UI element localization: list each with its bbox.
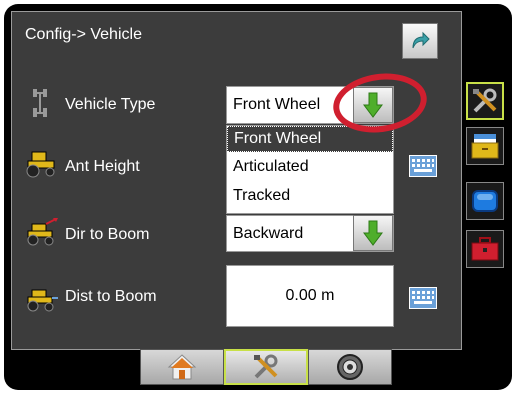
return-arrow-icon xyxy=(412,31,430,49)
dist-to-boom-value: 0.00 m xyxy=(285,287,335,304)
tools-icon xyxy=(254,354,278,379)
vehicle-type-icon xyxy=(33,89,47,117)
ant-height-label: Ant Height xyxy=(65,158,140,175)
option-tracked[interactable]: Tracked xyxy=(227,181,393,210)
dir-to-boom-label: Dir to Boom xyxy=(65,226,150,243)
toolbox-icon xyxy=(471,237,499,261)
side-display-button[interactable] xyxy=(466,182,504,220)
side-tools-button[interactable] xyxy=(466,82,504,120)
files-icon xyxy=(471,134,499,159)
gauge-icon xyxy=(337,354,363,380)
vehicle-type-value: Front Wheel xyxy=(233,96,321,113)
option-articulated[interactable]: Articulated xyxy=(227,152,393,181)
dir-to-boom-dropdown-button[interactable] xyxy=(353,215,393,251)
dist-to-boom-field[interactable]: 0.00 m xyxy=(226,265,394,327)
vehicle-type-label: Vehicle Type xyxy=(65,96,156,113)
green-down-arrow-icon xyxy=(363,220,383,246)
vehicle-type-options: Front Wheel Articulated Tracked xyxy=(226,125,394,214)
dist-to-boom-label: Dist to Boom xyxy=(65,288,157,305)
keyboard-icon[interactable] xyxy=(409,155,437,177)
dir-to-boom-value: Backward xyxy=(233,224,304,242)
keyboard-icon[interactable] xyxy=(409,287,437,309)
home-button[interactable] xyxy=(140,349,224,385)
tractor-distance-icon xyxy=(27,289,58,312)
tractor-direction-icon xyxy=(27,218,58,246)
side-files-button[interactable] xyxy=(466,127,504,165)
page-title: Config-> Vehicle xyxy=(25,26,142,43)
tools-tab-button[interactable] xyxy=(224,349,308,385)
side-toolbox-button[interactable] xyxy=(466,230,504,268)
tractor-antenna-icon xyxy=(26,151,55,178)
tools-icon xyxy=(473,88,497,113)
home-icon xyxy=(167,354,197,380)
back-button[interactable] xyxy=(402,23,438,59)
display-icon xyxy=(472,190,498,212)
gauge-button[interactable] xyxy=(308,349,392,385)
